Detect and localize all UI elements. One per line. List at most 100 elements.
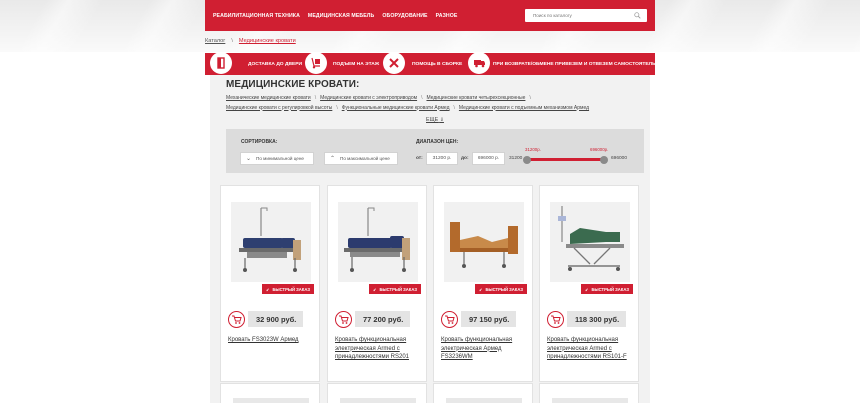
price-slider-range: [527, 158, 607, 161]
feature-label: ПРИ ВОЗВРАТЕ/ОБМЕНЕ ПРИВЕЗЕМ И ОТВЕЗЕМ С…: [493, 61, 663, 67]
sort-max-label: По максимальной цене: [340, 156, 390, 161]
feature-return: ПРИ ВОЗВРАТЕ/ОБМЕНЕ ПРИВЕЗЕМ И ОТВЕЗЕМ С…: [468, 52, 663, 75]
slider-max-value: 696000: [611, 156, 628, 161]
product-card: ➶ БЫСТРЫЙ ЗАКАЗ 32 900 руб. Кровать FS302…: [220, 185, 320, 382]
price-block: 97 150 руб.: [441, 310, 517, 328]
product-price: 97 150 руб.: [461, 311, 517, 327]
product-name-link[interactable]: Кровать функциональная электрическая Arm…: [335, 336, 423, 362]
slider-high-label: 696000р.: [590, 147, 609, 152]
product-image[interactable]: [338, 202, 418, 282]
product-card: [433, 383, 533, 403]
breadcrumb-catalog[interactable]: Каталог: [205, 38, 225, 44]
price-to-label: до:: [461, 156, 469, 161]
product-card: ➶ БЫСТРЫЙ ЗАКАЗ 77 200 руб. Кровать функц…: [327, 185, 427, 382]
feature-label: ПОДЪЕМ НА ЭТАЖ: [333, 61, 380, 67]
page-wrapper: РЕАБИЛИТАЦИОННАЯ ТЕХНИКА МЕДИЦИНСКАЯ МЕБ…: [205, 0, 663, 403]
cart-icon[interactable]: [547, 310, 564, 328]
product-image[interactable]: [446, 398, 522, 403]
price-range-label: ДИАПАЗОН ЦЕН:: [416, 139, 459, 145]
fast-order-button[interactable]: ➶ БЫСТРЫЙ ЗАКАЗ: [474, 284, 527, 294]
product-card: [327, 383, 427, 403]
product-image[interactable]: [550, 202, 630, 282]
fast-order-button[interactable]: ➶ БЫСТРЫЙ ЗАКАЗ: [261, 284, 314, 294]
product-name-link[interactable]: Кровать FS3023W Армед: [228, 336, 316, 345]
search-input[interactable]: [525, 9, 629, 22]
sort-min-button[interactable]: ⌄ По минимальной цене: [240, 152, 314, 165]
price-from-input[interactable]: 31200 р.: [426, 152, 458, 165]
more-label: ЕЩЕ: [426, 117, 439, 123]
main-nav: РЕАБИЛИТАЦИОННАЯ ТЕХНИКА МЕДИЦИНСКАЯ МЕБ…: [205, 0, 655, 31]
price-slider-min-handle[interactable]: [523, 155, 531, 164]
feature-label: ДОСТАВКА ДО ДВЕРИ: [248, 61, 303, 67]
paper-plane-icon: ➶: [478, 286, 483, 292]
product-price: 77 200 руб.: [355, 311, 411, 327]
subcategory-separator: \: [453, 104, 455, 111]
cart-icon[interactable]: [441, 310, 458, 328]
fast-order-button[interactable]: ➶ БЫСТРЫЙ ЗАКАЗ: [580, 284, 633, 294]
cart-icon[interactable]: [228, 310, 245, 328]
price-block: 32 900 руб.: [228, 310, 304, 328]
subcategory-link[interactable]: Механические медицинские кровати: [226, 95, 311, 101]
price-slider-max-handle[interactable]: [600, 155, 608, 164]
sort-label: СОРТИРОВКА:: [241, 139, 278, 145]
search-icon[interactable]: [634, 12, 641, 19]
feature-assembly: ПОМОЩЬ В СБОРКЕ: [383, 52, 463, 75]
nav-item-misc[interactable]: РАЗНОЕ: [436, 13, 458, 19]
feature-delivery: ДОСТАВКА ДО ДВЕРИ: [210, 52, 303, 75]
price-from-label: от:: [416, 156, 423, 161]
chevron-down-icon: ⇓: [439, 117, 444, 123]
subcategory-separator: \: [529, 95, 531, 101]
feature-label: ПОМОЩЬ В СБОРКЕ: [412, 61, 463, 67]
breadcrumb-current[interactable]: Медицинские кровати: [239, 38, 296, 44]
features-strip: ДОСТАВКА ДО ДВЕРИ ПОДЪЕМ НА ЭТАЖ ПОМОЩЬ …: [205, 52, 663, 75]
door-icon: [210, 52, 232, 74]
subcategory-link[interactable]: Медицинские кровати четырехсекционные: [426, 95, 525, 101]
slider-min-value: 31200: [509, 156, 523, 161]
cart-icon[interactable]: [335, 310, 352, 328]
subcategory-link[interactable]: Функциональные медицинские кровати Армед: [342, 105, 450, 111]
search-box: [525, 9, 647, 22]
product-image[interactable]: [340, 398, 416, 403]
fast-order-label: БЫСТРЫЙ ЗАКАЗ: [591, 286, 629, 292]
sort-min-label: По минимальной цене: [256, 156, 304, 161]
product-image[interactable]: [552, 398, 628, 403]
more-subcategories-link[interactable]: ЕЩЕ ⇓: [426, 117, 444, 123]
hand-truck-icon: [305, 52, 327, 74]
chevron-down-icon: ⌄: [246, 156, 252, 162]
sort-max-button[interactable]: ⌃ По максимальной цене: [324, 152, 398, 165]
nav-item-furniture[interactable]: МЕДИЦИНСКАЯ МЕБЕЛЬ: [308, 13, 374, 19]
product-name-link[interactable]: Кровать функциональная электрическая Арм…: [441, 336, 529, 362]
catalog-content: МЕДИЦИНСКИЕ КРОВАТИ: Механические медици…: [210, 75, 650, 403]
nav-item-equipment[interactable]: ОБОРУДОВАНИЕ: [382, 13, 427, 19]
product-card: [539, 383, 639, 403]
subcategory-link[interactable]: Медицинские кровати с электроприводом: [320, 95, 417, 101]
price-to-input[interactable]: 696000 р.: [472, 152, 505, 165]
subcategory-link[interactable]: Медицинские кровати с подъемным механизм…: [459, 105, 589, 111]
breadcrumb: Каталог \ Медицинские кровати: [205, 38, 296, 44]
subcategory-links: Механические медицинские кровати \ Медицин…: [226, 94, 646, 113]
truck-icon: [468, 52, 490, 74]
page-title: МЕДИЦИНСКИЕ КРОВАТИ:: [226, 79, 360, 90]
product-card: ➶ БЫСТРЫЙ ЗАКАЗ 97 150 руб. Кровать функц…: [433, 185, 533, 382]
product-image[interactable]: [231, 202, 311, 282]
subcategory-link[interactable]: Медицинские кровати с регулировкой высот…: [226, 105, 332, 111]
breadcrumb-separator: \: [231, 38, 233, 44]
product-card: [220, 383, 320, 403]
product-name-link[interactable]: Кровать функциональная электрическая Arm…: [547, 336, 635, 362]
fast-order-label: БЫСТРЫЙ ЗАКАЗ: [272, 286, 310, 292]
fast-order-button[interactable]: ➶ БЫСТРЫЙ ЗАКАЗ: [368, 284, 421, 294]
paper-plane-icon: ➶: [584, 286, 589, 292]
paper-plane-icon: ➶: [372, 286, 377, 292]
nav-item-rehab[interactable]: РЕАБИЛИТАЦИОННАЯ ТЕХНИКА: [213, 13, 300, 19]
subcategory-separator: \: [421, 95, 423, 101]
product-image[interactable]: [233, 398, 309, 403]
fast-order-label: БЫСТРЫЙ ЗАКАЗ: [485, 286, 523, 292]
product-price: 32 900 руб.: [248, 311, 304, 327]
tools-icon: [383, 52, 405, 74]
slider-low-label: 31200р.: [525, 147, 541, 152]
product-image[interactable]: [444, 202, 524, 282]
fast-order-label: БЫСТРЫЙ ЗАКАЗ: [379, 286, 417, 292]
price-block: 77 200 руб.: [335, 310, 411, 328]
subcategory-separator: \: [314, 95, 317, 101]
product-card: ➶ БЫСТРЫЙ ЗАКАЗ 118 300 руб. Кровать функ…: [539, 185, 639, 382]
